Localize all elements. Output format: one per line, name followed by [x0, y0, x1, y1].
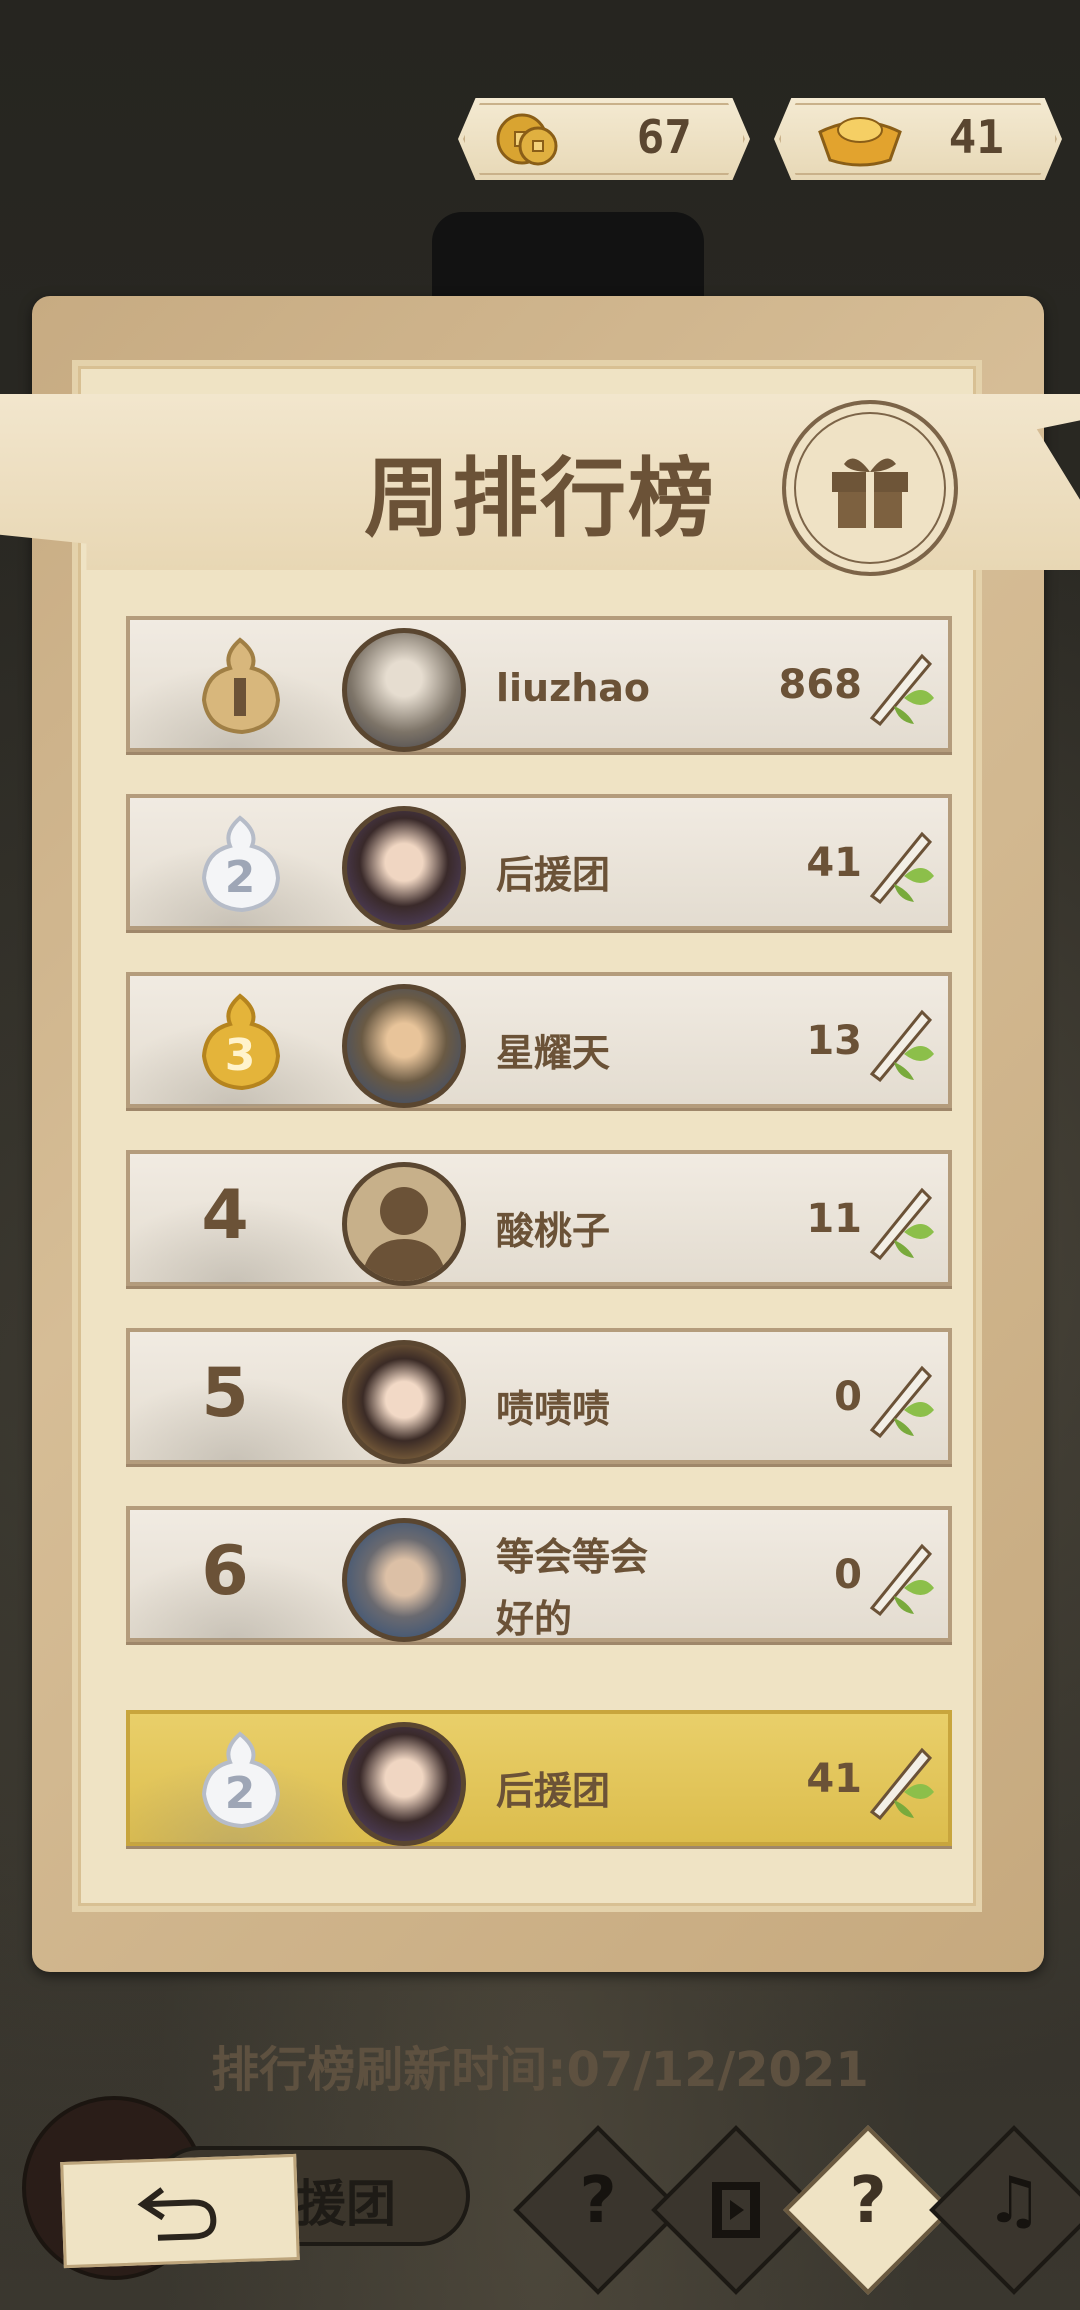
- player-score: 41: [806, 840, 862, 886]
- avatar: [342, 1340, 466, 1464]
- bronze-medal-icon: 3: [201, 993, 281, 1091]
- gift-icon: [832, 458, 908, 528]
- my-rank-number: 2: [225, 1768, 256, 1819]
- player-score: 0: [834, 1552, 862, 1598]
- player-name-line1: 等会等会: [496, 1535, 649, 1579]
- back-arrow-icon: [137, 2187, 217, 2241]
- player-name: 后援团: [496, 853, 611, 897]
- player-name-line2: 好的: [496, 1597, 573, 1641]
- coins-value: 67: [636, 110, 692, 164]
- sword-leaf-icon: [869, 1187, 934, 1260]
- sword-leaf-icon: [869, 653, 934, 726]
- avatar: [342, 1518, 466, 1642]
- silver-medal-icon: 2: [201, 1731, 281, 1829]
- player-score: 11: [806, 1196, 862, 1242]
- refresh-time: 排行榜刷新时间:07/12/2021: [211, 2042, 869, 2098]
- svg-text:3: 3: [225, 1030, 256, 1081]
- leaderboard-row[interactable]: 2 后援团 41: [126, 794, 952, 930]
- sword-leaf-icon: [869, 831, 934, 904]
- back-button[interactable]: [60, 2153, 300, 2269]
- leaderboard-row[interactable]: 4 酸桃子 11: [126, 1150, 952, 1286]
- player-score: 868: [778, 662, 863, 708]
- silver-medal-icon: 2: [201, 815, 281, 913]
- leaderboard-row[interactable]: liuzhao 868: [126, 616, 952, 752]
- svg-text:2: 2: [225, 852, 256, 903]
- player-name: 啧啧啧: [496, 1387, 611, 1431]
- my-rank-row[interactable]: 2 后援团 41: [126, 1710, 952, 1846]
- rank-number: 5: [201, 1354, 249, 1433]
- sword-leaf-icon: [869, 1747, 934, 1820]
- silhouette-icon: [361, 1187, 447, 1281]
- avatar: [342, 1162, 466, 1286]
- avatar: [342, 628, 466, 752]
- avatar: [342, 1722, 466, 1846]
- coins-counter[interactable]: 67: [458, 98, 750, 180]
- gold-medal-icon: [201, 637, 281, 735]
- sword-leaf-icon: [869, 1365, 934, 1438]
- player-name: 等会等会 好的: [496, 1526, 696, 1650]
- sword-leaf-icon: [869, 1009, 934, 1082]
- coin-icon: [496, 113, 558, 166]
- my-name: 后援团: [496, 1769, 611, 1813]
- music-icon: ♫: [985, 2164, 1043, 2238]
- player-name: liuzhao: [496, 666, 651, 710]
- film-icon: [712, 2182, 760, 2238]
- leaderboard-row[interactable]: 5 啧啧啧 0: [126, 1328, 952, 1464]
- rank-number: 4: [201, 1176, 249, 1255]
- leaderboard-inner: [72, 360, 982, 1912]
- reward-button[interactable]: [782, 400, 958, 576]
- leaderboard-row[interactable]: 6 等会等会 好的 0: [126, 1506, 952, 1642]
- my-score: 41: [806, 1756, 862, 1802]
- avatar: [342, 806, 466, 930]
- rank-number: 6: [201, 1532, 249, 1611]
- gold-ingot-icon: [818, 117, 902, 167]
- player-score: 0: [834, 1374, 862, 1420]
- player-score: 13: [806, 1018, 862, 1064]
- sword-leaf-icon: [869, 1543, 934, 1616]
- player-name: 星耀天: [496, 1031, 611, 1075]
- help-icon: ?: [579, 2164, 617, 2238]
- player-name-text: 援团: [296, 2175, 396, 2233]
- ingots-value: 41: [948, 110, 1004, 164]
- question-icon: ?: [849, 2164, 887, 2238]
- avatar: [342, 984, 466, 1108]
- player-name: 酸桃子: [496, 1209, 611, 1253]
- ingots-counter[interactable]: 41: [774, 98, 1062, 180]
- leaderboard-row[interactable]: 3 星耀天 13: [126, 972, 952, 1108]
